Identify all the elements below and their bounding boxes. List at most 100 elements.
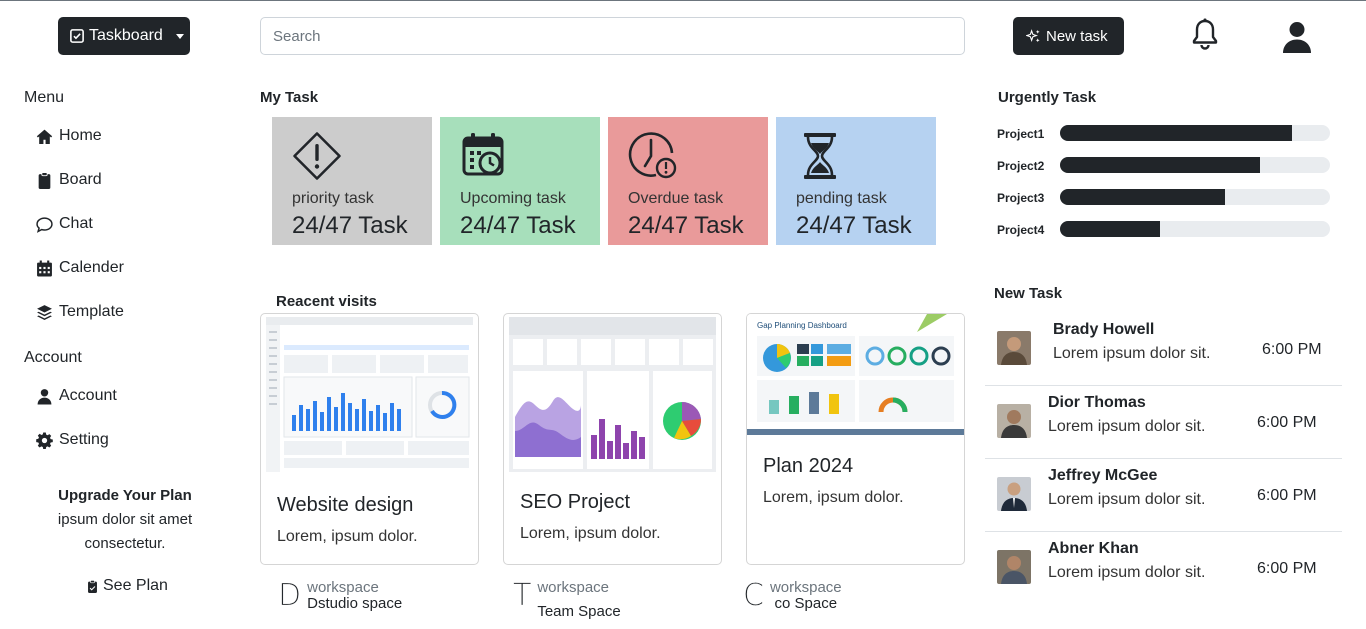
workspace-team[interactable]: T workspace Team Space bbox=[513, 579, 621, 620]
sidebar-item-setting[interactable]: Setting bbox=[36, 429, 109, 451]
sparkles-icon bbox=[1026, 28, 1040, 42]
account-heading: Account bbox=[24, 349, 82, 366]
task-card-count: 24/47 Task bbox=[796, 212, 912, 239]
task-desc: Lorem ipsum dolor sit. bbox=[1048, 564, 1206, 581]
sidebar-item-board[interactable]: Board bbox=[36, 169, 102, 191]
sidebar-item-label: Home bbox=[59, 127, 102, 144]
sidebar-item-home[interactable]: Home bbox=[36, 125, 102, 147]
new-task-button[interactable]: New task bbox=[1013, 17, 1124, 55]
task-card-count: 24/47 Task bbox=[460, 212, 576, 239]
workspace-co[interactable]: C workspace co Space bbox=[743, 578, 842, 613]
task-time: 6:00 PM bbox=[1257, 414, 1317, 431]
project-label: Project3 bbox=[997, 191, 1045, 205]
new-task-title: New Task bbox=[994, 285, 1063, 302]
project-label: Project1 bbox=[997, 127, 1045, 141]
recent-card-website-design[interactable]: Website design Lorem, ipsum dolor. bbox=[260, 313, 479, 565]
recent-card-title: SEO Project bbox=[520, 491, 631, 513]
task-time: 6:00 PM bbox=[1257, 487, 1317, 504]
recent-card-desc: Lorem, ipsum dolor. bbox=[277, 528, 418, 545]
new-task-label: New task bbox=[1046, 27, 1108, 45]
urgently-task-title: Urgently Task bbox=[998, 89, 1097, 106]
calendar-icon bbox=[37, 260, 52, 276]
hourglass-icon bbox=[804, 133, 836, 179]
overdue-task-card[interactable]: Overdue task 24/47 Task bbox=[608, 117, 768, 245]
workspace-name: Dstudio space bbox=[307, 595, 403, 612]
project-progress-bar bbox=[1060, 157, 1330, 173]
project-label: Project2 bbox=[997, 159, 1045, 173]
sidebar-item-template[interactable]: Template bbox=[36, 301, 124, 323]
layers-icon bbox=[37, 304, 52, 320]
project-progress-bar bbox=[1060, 125, 1330, 141]
warning-diamond-icon bbox=[293, 132, 341, 180]
recent-visits-title: Reacent visits bbox=[276, 293, 377, 310]
task-desc: Lorem ipsum dolor sit. bbox=[1048, 418, 1206, 435]
task-card-label: priority task bbox=[292, 190, 374, 207]
home-icon bbox=[36, 129, 53, 144]
new-task-item[interactable]: Jeffrey McGee Lorem ipsum dolor sit. 6:0… bbox=[985, 459, 1342, 532]
upgrade-text-line2: consectetur. bbox=[84, 535, 166, 552]
see-plan-button[interactable]: See Plan bbox=[86, 577, 168, 595]
caret-down-icon bbox=[175, 33, 184, 39]
project-progress-bar bbox=[1060, 221, 1330, 237]
workspace-dstudio[interactable]: D workspace Dstudio space bbox=[278, 578, 403, 613]
task-desc: Lorem ipsum dolor sit. bbox=[1048, 491, 1206, 508]
user-avatar-icon[interactable] bbox=[1281, 20, 1313, 54]
pending-task-card[interactable]: pending task 24/47 Task bbox=[776, 117, 936, 245]
workspace-letter: D bbox=[278, 578, 302, 613]
bell-icon[interactable] bbox=[1190, 18, 1220, 52]
task-card-label: Overdue task bbox=[628, 190, 724, 207]
chat-icon bbox=[36, 216, 53, 233]
gear-icon bbox=[36, 432, 53, 449]
calendar-clock-icon bbox=[462, 133, 504, 176]
avatar bbox=[997, 477, 1031, 511]
task-desc: Lorem ipsum dolor sit. bbox=[1053, 345, 1211, 362]
sidebar-item-label: Template bbox=[59, 303, 124, 320]
workspace-letter: C bbox=[743, 578, 764, 613]
my-task-title: My Task bbox=[260, 89, 319, 106]
task-card-count: 24/47 Task bbox=[292, 212, 408, 239]
seo-dashboard-thumbnail bbox=[509, 317, 716, 472]
see-plan-label: See Plan bbox=[103, 577, 168, 594]
workspace-name: Team Space bbox=[537, 603, 621, 620]
task-card-label: Upcoming task bbox=[460, 190, 566, 207]
task-person-name: Abner Khan bbox=[1048, 540, 1139, 557]
recent-card-desc: Lorem, ipsum dolor. bbox=[520, 525, 661, 542]
upgrade-plan-box: Upgrade Your Plan ipsum dolor sit amet c… bbox=[30, 484, 220, 556]
recent-card-desc: Lorem, ipsum dolor. bbox=[763, 489, 904, 506]
project-progress-bar bbox=[1060, 189, 1330, 205]
upgrade-text-line1: ipsum dolor sit amet bbox=[57, 511, 193, 528]
progress-fill bbox=[1060, 125, 1293, 141]
task-time: 6:00 PM bbox=[1257, 560, 1317, 577]
search-input[interactable] bbox=[260, 17, 965, 55]
brand-label: Taskboard bbox=[89, 27, 163, 44]
sidebar-item-label: Account bbox=[59, 387, 117, 404]
new-task-item[interactable]: Brady Howell Lorem ipsum dolor sit. 6:00… bbox=[985, 313, 1342, 386]
task-card-count: 24/47 Task bbox=[628, 212, 744, 239]
workspace-name: co Space bbox=[774, 595, 838, 612]
new-task-item[interactable]: Dior Thomas Lorem ipsum dolor sit. 6:00 … bbox=[985, 386, 1342, 459]
task-card-label: pending task bbox=[796, 190, 887, 207]
task-person-name: Jeffrey McGee bbox=[1048, 467, 1158, 484]
workspace-label: workspace bbox=[307, 579, 379, 596]
sidebar-item-label: Board bbox=[59, 171, 102, 188]
sidebar-item-account[interactable]: Account bbox=[36, 385, 117, 407]
task-time: 6:00 PM bbox=[1262, 341, 1322, 358]
recent-card-seo-project[interactable]: SEO Project Lorem, ipsum dolor. bbox=[503, 313, 722, 565]
recent-card-plan-2024[interactable]: Gap Planning Dashboard Plan 2024 Lorem, … bbox=[746, 313, 965, 565]
dashboard-thumbnail bbox=[266, 317, 473, 472]
avatar bbox=[997, 550, 1031, 584]
priority-task-card[interactable]: priority task 24/47 Task bbox=[272, 117, 432, 245]
workspace-label: workspace bbox=[537, 579, 610, 596]
check-square-icon bbox=[70, 29, 84, 43]
sidebar-item-label: Setting bbox=[59, 431, 109, 448]
taskboard-dropdown-button[interactable]: Taskboard bbox=[58, 17, 190, 55]
project-label: Project4 bbox=[997, 223, 1045, 237]
task-person-name: Dior Thomas bbox=[1048, 394, 1146, 411]
sidebar-item-chat[interactable]: Chat bbox=[36, 213, 93, 235]
sidebar-item-calender[interactable]: Calender bbox=[36, 257, 124, 279]
recent-card-title: Plan 2024 bbox=[763, 455, 854, 477]
new-task-item[interactable]: Abner Khan Lorem ipsum dolor sit. 6:00 P… bbox=[985, 532, 1342, 605]
upcoming-task-card[interactable]: Upcoming task 24/47 Task bbox=[440, 117, 600, 245]
menu-heading: Menu bbox=[24, 89, 65, 106]
gap-planning-thumbnail: Gap Planning Dashboard bbox=[747, 314, 964, 435]
